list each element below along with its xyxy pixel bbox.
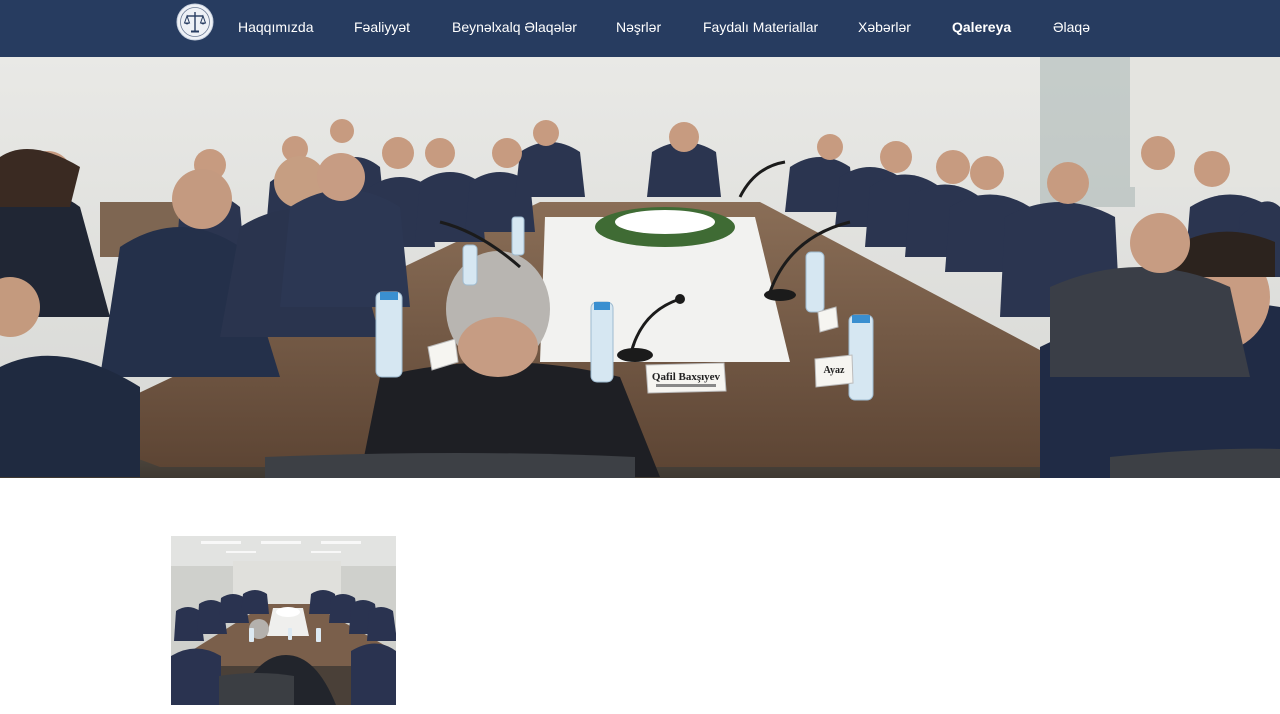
- nav-item-qalereya[interactable]: Qalereya: [952, 0, 1011, 54]
- gallery-thumbnail-image: [171, 536, 396, 705]
- nav-item-nesrler[interactable]: Nəşrlər: [616, 0, 661, 54]
- nav-item-faydali-materiallar[interactable]: Faydalı Materiallar: [703, 0, 818, 54]
- nav-item-haqqimizda[interactable]: Haqqımızda: [238, 0, 313, 54]
- nav-item-elaqe[interactable]: Əlaqə: [1053, 0, 1090, 54]
- meeting-room-photo: Qafil Baxşıyev Ayaz: [0, 57, 1280, 478]
- svg-text:Qafil Baxşıyev: Qafil Baxşıyev: [652, 371, 721, 383]
- svg-text:Ayaz: Ayaz: [824, 365, 845, 376]
- top-navbar: Haqqımızda Fəaliyyət Beynəlxalq Əlaqələr…: [0, 0, 1280, 57]
- scales-of-justice-emblem-icon[interactable]: [176, 3, 214, 41]
- nav-item-fealiyyet[interactable]: Fəaliyyət: [354, 0, 410, 54]
- hero-photo: Qafil Baxşıyev Ayaz: [0, 57, 1280, 478]
- nameplate-ayaz: Ayaz: [814, 354, 854, 388]
- nav-item-beynelxalq-elaqeler[interactable]: Beynəlxalq Əlaqələr: [452, 0, 577, 54]
- nameplate-qafil-baxsiyev: Qafil Baxşıyev: [645, 362, 727, 394]
- nav-item-xeberler[interactable]: Xəbərlər: [858, 0, 911, 54]
- gallery-thumbnail[interactable]: [171, 536, 396, 705]
